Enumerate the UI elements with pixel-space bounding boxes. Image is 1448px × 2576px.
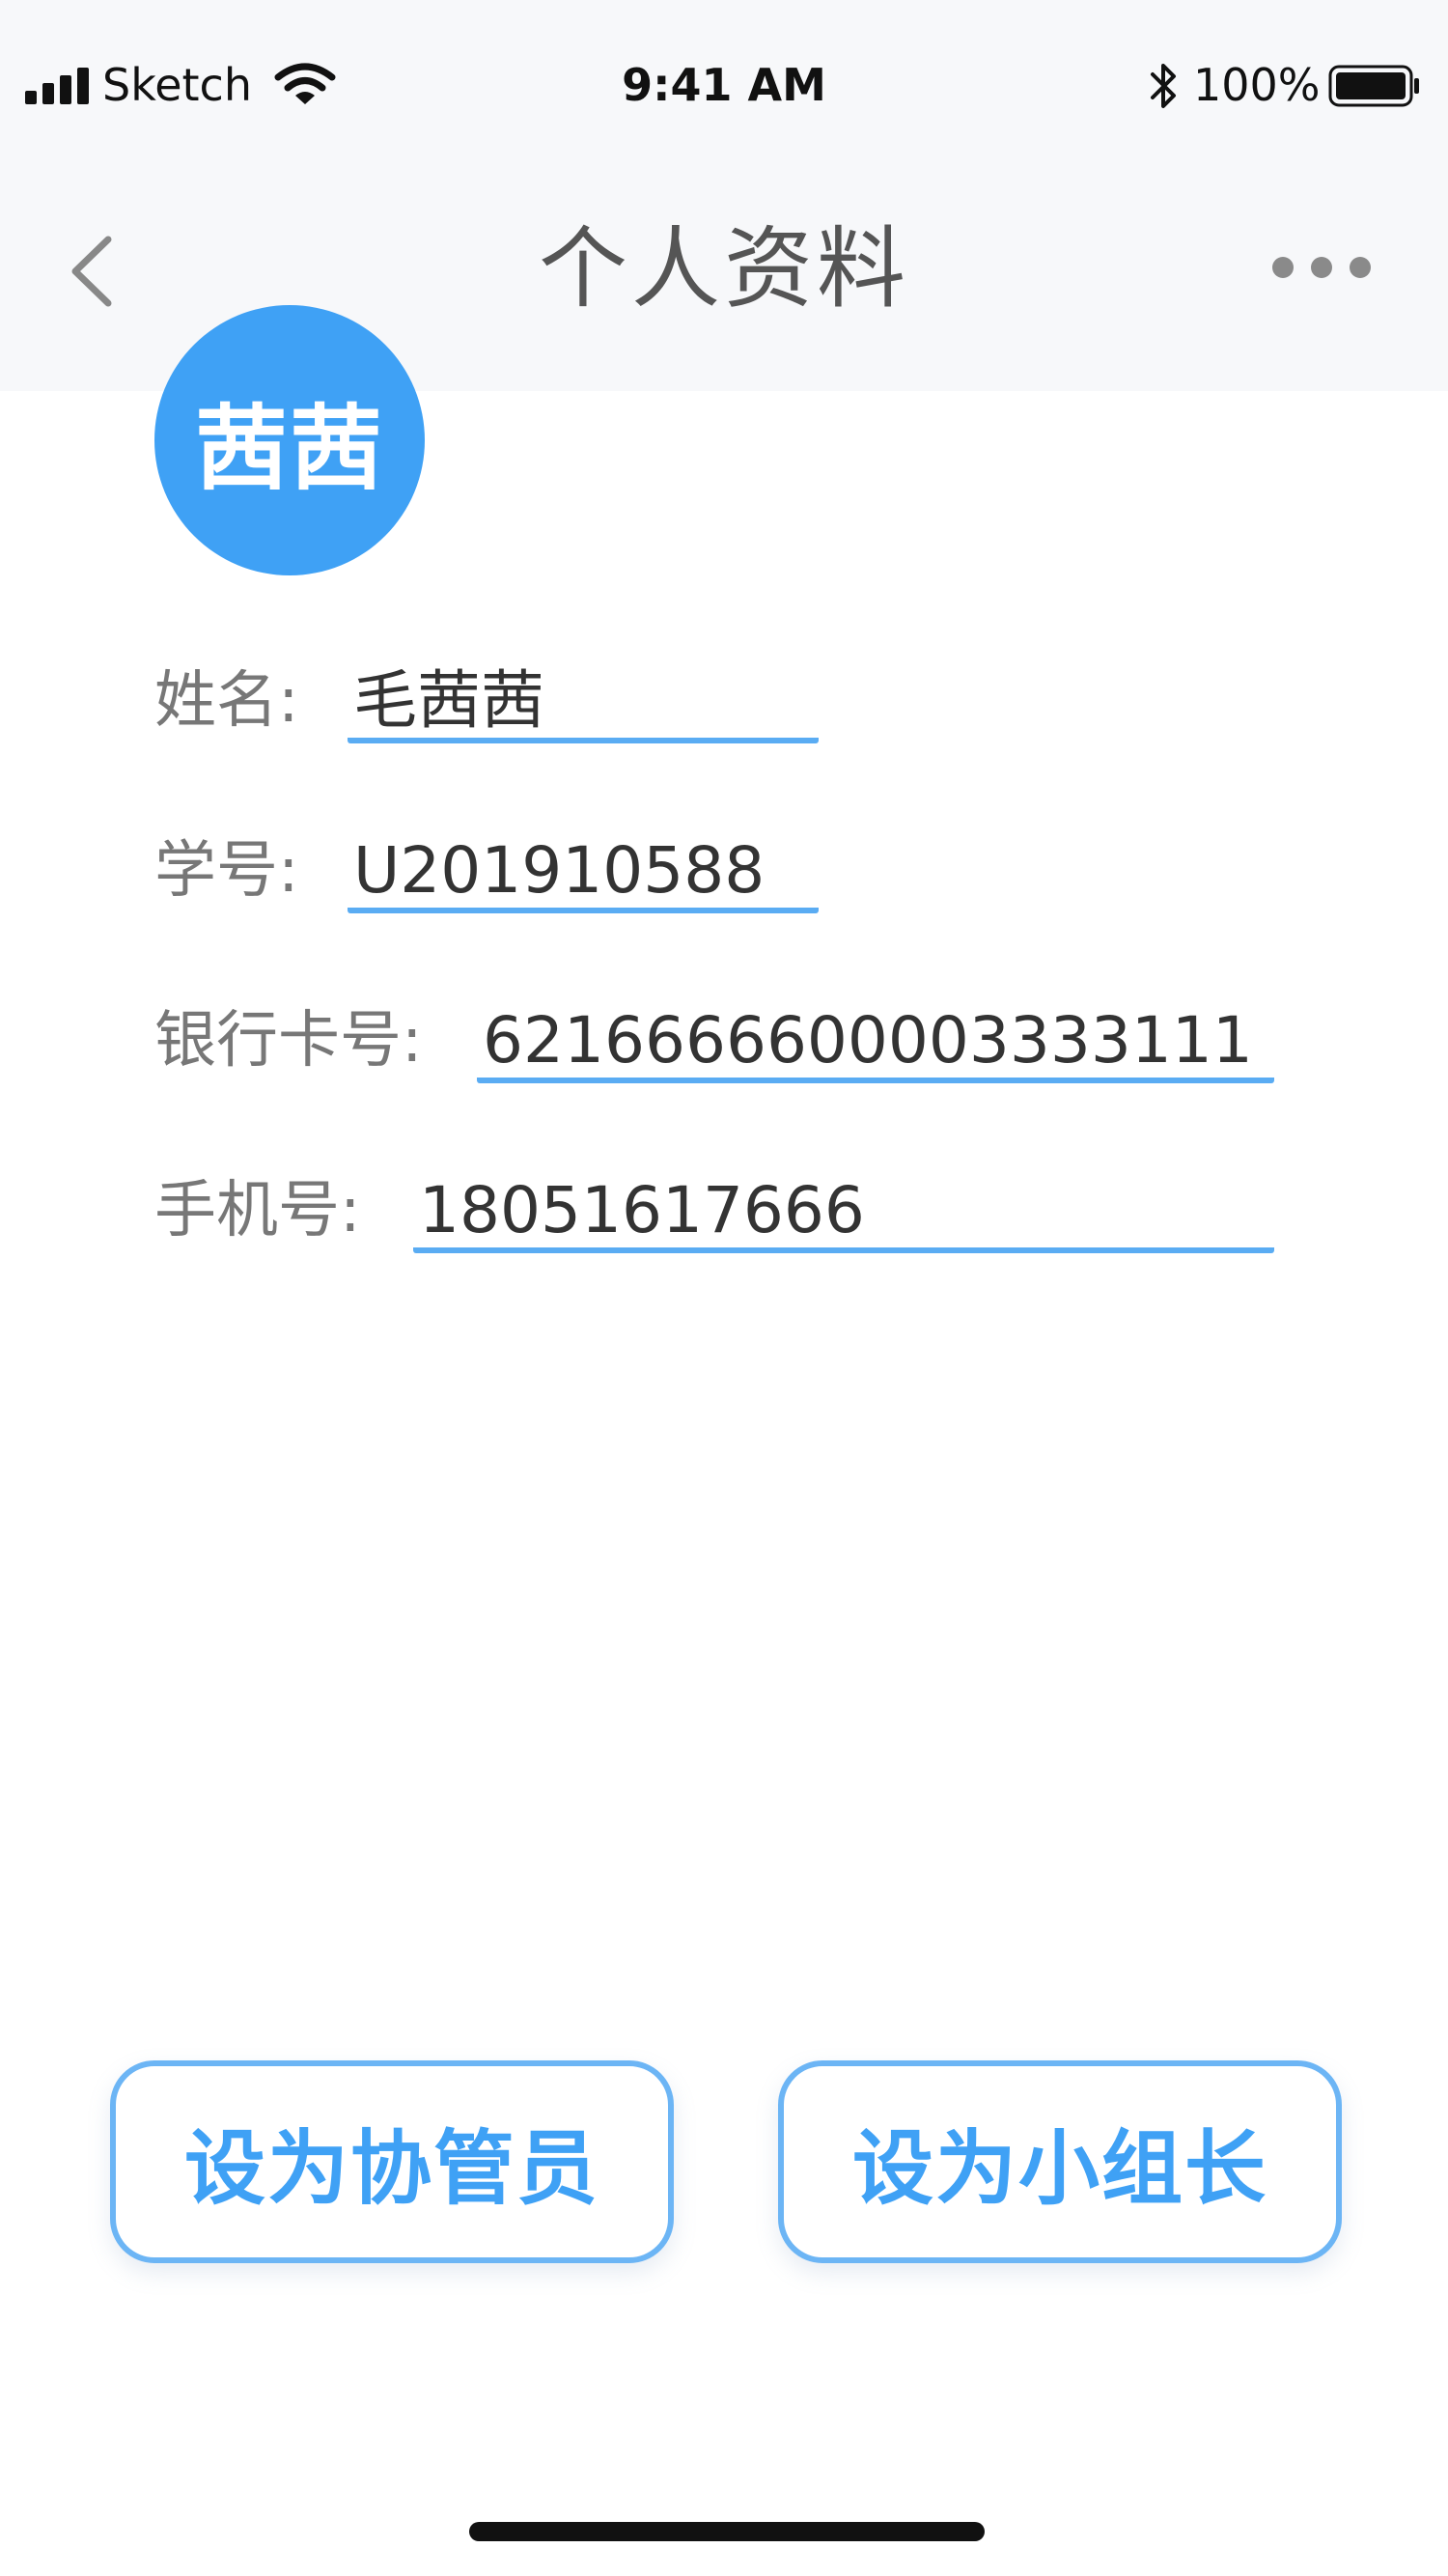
name-label: 姓名: (154, 665, 299, 737)
phone-field[interactable]: 18051617666 (413, 1172, 1274, 1253)
more-options-icon[interactable] (1268, 257, 1375, 282)
bluetooth-icon (1151, 64, 1176, 108)
bank-card-label: 银行卡号: (154, 1005, 423, 1077)
set-assistant-button[interactable]: 设为协管员 (110, 2060, 674, 2263)
student-id-label: 学号: (154, 835, 299, 907)
battery-percentage: 100% (1193, 59, 1321, 111)
avatar: 茜茜 (154, 305, 425, 575)
set-group-leader-button[interactable]: 设为小组长 (778, 2060, 1342, 2263)
name-field[interactable]: 毛茜茜 (348, 662, 819, 743)
bank-card-field[interactable]: 6216666600003333111 (477, 1002, 1274, 1083)
student-id-field[interactable]: U201910588 (348, 832, 819, 913)
status-bar: Sketch 9:41 AM 100% (0, 0, 1448, 145)
phone-label: 手机号: (154, 1175, 361, 1246)
profile-screen: Sketch 9:41 AM 100% 个人资料 茜茜 姓名: 毛茜茜 学号: … (0, 0, 1448, 2576)
battery-icon (1328, 65, 1419, 107)
page-title: 个人资料 (538, 217, 909, 321)
home-indicator[interactable] (469, 2522, 985, 2541)
